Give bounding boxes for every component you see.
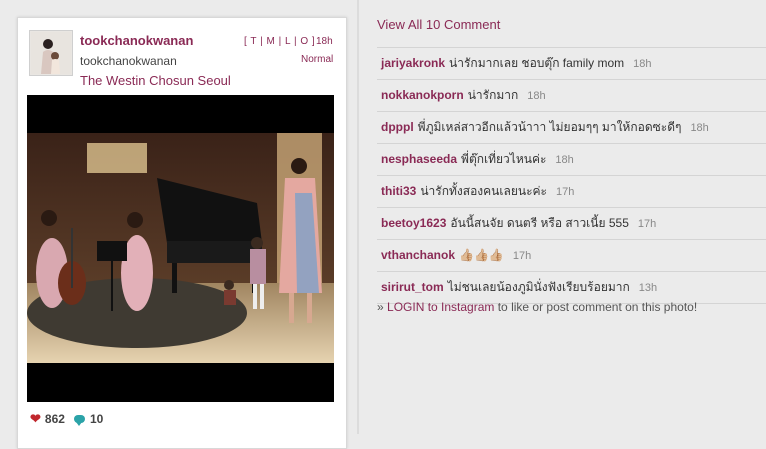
comment-time: 17h bbox=[512, 250, 532, 262]
post-filter: Normal bbox=[301, 54, 334, 65]
comment-text: อันนี้สนจัย ดนตรี หรือ สาวเนี้ย 555 bbox=[450, 216, 629, 230]
comment-time: 17h bbox=[556, 186, 575, 198]
avatar[interactable] bbox=[29, 30, 73, 76]
post-stats: ❤ 862 10 bbox=[30, 411, 103, 427]
likes-count: 862 bbox=[44, 412, 65, 426]
post-photo[interactable] bbox=[27, 95, 334, 402]
comment-time: 18h bbox=[555, 154, 574, 166]
comment-item: beetoy1623 อันนี้สนจัย ดนตรี หรือ สาวเนี้… bbox=[377, 207, 766, 239]
photo-card: tookchanokwanan tookchanokwanan The West… bbox=[17, 17, 347, 449]
comment-time: 18h bbox=[690, 122, 709, 134]
column-divider bbox=[357, 0, 359, 434]
comment-username[interactable]: jariyakronk bbox=[381, 56, 445, 70]
size-links: [ T | M | L | O ] bbox=[244, 36, 316, 47]
comment-text: น่ารักทั้งสองคนเลยนะค่ะ bbox=[420, 184, 547, 198]
heart-icon[interactable]: ❤ bbox=[30, 411, 41, 427]
post-username[interactable]: tookchanokwanan bbox=[80, 33, 193, 48]
comment-username[interactable]: nokkanokporn bbox=[381, 88, 464, 102]
comment-text: 👍🏼👍🏼👍🏼 bbox=[459, 248, 504, 262]
comment-username[interactable]: dpppl bbox=[381, 120, 414, 134]
comment-item: vthanchanok 👍🏼👍🏼👍🏼 17h bbox=[377, 239, 766, 271]
size-m-link[interactable]: M bbox=[266, 36, 275, 47]
post-full-name: tookchanokwanan bbox=[80, 54, 177, 68]
comment-username[interactable]: nesphaseeda bbox=[381, 152, 457, 166]
comment-item: thiti33 น่ารักทั้งสองคนเลยนะค่ะ 17h bbox=[377, 175, 766, 207]
photo-image bbox=[27, 133, 334, 363]
login-suffix: to like or post comment on this photo! bbox=[494, 300, 698, 314]
comment-text: พี่ภูมิเหล่สาวอีกแล้วน้าาา ไม่ยอมๆๆ มาให… bbox=[417, 120, 682, 134]
size-l-link[interactable]: L bbox=[285, 36, 291, 47]
comment-text: น่ารักมาก bbox=[467, 88, 519, 102]
comment-list: jariyakronk น่ารักมากเลย ชอบตุ๊ก family m… bbox=[377, 47, 766, 304]
comment-bubble-icon[interactable] bbox=[73, 415, 85, 426]
login-prefix: » bbox=[377, 300, 388, 314]
login-link[interactable]: LOGIN to Instagram bbox=[387, 300, 494, 314]
size-t-link[interactable]: T bbox=[250, 36, 256, 47]
comments-count: 10 bbox=[89, 412, 104, 426]
comment-username[interactable]: vthanchanok bbox=[381, 248, 455, 262]
comment-time: 13h bbox=[638, 282, 658, 294]
size-o-link[interactable]: O bbox=[300, 36, 308, 47]
comment-username[interactable]: sirirut_tom bbox=[381, 280, 444, 294]
comment-text: พี่ตุ๊กเที่ยวไหนค่ะ bbox=[461, 152, 547, 166]
comment-username[interactable]: thiti33 bbox=[381, 184, 416, 198]
login-prompt: » LOGIN to Instagram to like or post com… bbox=[377, 300, 697, 314]
comment-time: 18h bbox=[527, 90, 546, 102]
comment-text: ไม่ชนเลยน้องภูมินั่งฟังเรียบร้อยมาก bbox=[447, 280, 630, 294]
comment-text: น่ารักมากเลย ชอบตุ๊ก family mom bbox=[449, 56, 625, 70]
comment-item: nokkanokporn น่ารักมาก 18h bbox=[377, 79, 766, 111]
comment-username[interactable]: beetoy1623 bbox=[381, 216, 446, 230]
post-time: 18h bbox=[316, 36, 333, 47]
comment-item: jariyakronk น่ารักมากเลย ชอบตุ๊ก family m… bbox=[377, 47, 766, 79]
view-all-comments-link[interactable]: View All 10 Comment bbox=[377, 17, 500, 32]
comment-item: dpppl พี่ภูมิเหล่สาวอีกแล้วน้าาา ไม่ยอมๆๆ… bbox=[377, 111, 766, 143]
comment-time: 18h bbox=[633, 58, 652, 70]
comment-time: 17h bbox=[637, 218, 657, 230]
comment-item: nesphaseeda พี่ตุ๊กเที่ยวไหนค่ะ 18h bbox=[377, 143, 766, 175]
post-location[interactable]: The Westin Chosun Seoul bbox=[80, 73, 231, 88]
